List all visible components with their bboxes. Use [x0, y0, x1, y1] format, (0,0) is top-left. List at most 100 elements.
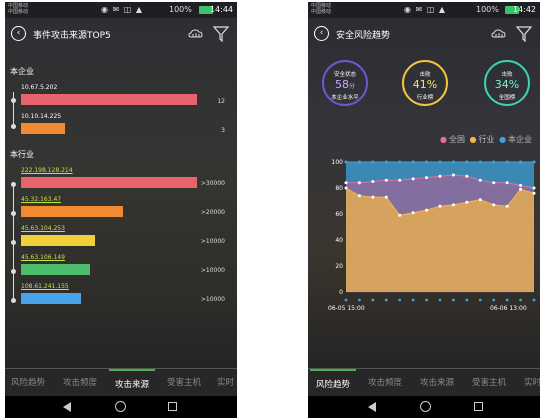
tab-realtime[interactable]: 实时	[217, 369, 234, 397]
cloud-icon[interactable]	[491, 28, 507, 40]
x-axis-dot	[438, 298, 442, 302]
industry-ip-4[interactable]: 45.63.106.149	[21, 254, 65, 261]
connector-dot	[11, 211, 16, 216]
tab-attack-frequency[interactable]: 攻击频度	[368, 369, 402, 397]
phone-screen-attack-source: 中国移动 中国移动 ◉ ✉ ◫ ▲ 100% 14:44 ‹ 事件攻击来源TOP…	[5, 2, 237, 418]
industry-bar-1	[21, 177, 197, 188]
gauge-top-label: 击败	[419, 72, 431, 78]
bottom-tab-bar: 风险趋势 攻击频度 攻击来源 受害主机 实时	[308, 368, 540, 396]
point-行业	[357, 194, 361, 198]
legend-company: 本企业	[508, 135, 533, 144]
x-axis-dot	[519, 298, 522, 302]
x-axis-dot	[492, 298, 496, 302]
cloud-icon[interactable]	[188, 28, 204, 40]
status-icons: ◉ ✉ ◫ ▲	[404, 5, 447, 14]
point-全国	[384, 178, 388, 182]
nav-back-icon[interactable]	[368, 402, 376, 412]
x-axis-end-label: 06-06 13:00	[490, 305, 527, 312]
tab-victim-host[interactable]: 受害主机	[472, 369, 506, 397]
chart-legend: ● 全国 ● 行业 ● 本企业	[440, 135, 533, 144]
industry-ip-2[interactable]: 45.32.163.47	[21, 196, 61, 203]
industry-ip-1[interactable]: 222.198.128.214	[21, 167, 73, 174]
nav-recent-icon[interactable]	[168, 402, 177, 411]
filter-icon[interactable]	[516, 26, 532, 42]
x-axis-dot	[384, 298, 388, 302]
gauge-top-label: 击败	[501, 72, 513, 78]
point-全国	[465, 174, 469, 178]
nav-home-icon[interactable]	[420, 401, 431, 412]
point-本企业	[505, 160, 509, 164]
point-本企业	[357, 160, 361, 164]
tab-attack-source[interactable]: 攻击来源	[420, 369, 454, 397]
industry-value-3: >10000	[200, 238, 225, 245]
industry-ip-5[interactable]: 108.61.241.155	[21, 283, 69, 290]
point-行业	[398, 213, 402, 217]
point-行业	[478, 198, 482, 202]
point-本企业	[384, 160, 388, 164]
page-title: 安全风险趋势	[336, 31, 391, 41]
nav-recent-icon[interactable]	[474, 402, 483, 411]
battery-percent: 100%	[169, 5, 192, 14]
x-axis-dot	[505, 298, 509, 302]
x-axis-dot	[411, 298, 415, 302]
y-tick-label: 20	[335, 263, 343, 270]
x-axis-dot	[465, 298, 469, 302]
point-本企业	[371, 160, 375, 164]
connector-dot	[11, 182, 16, 187]
point-行业	[465, 200, 469, 204]
industry-ip-3[interactable]: 45.63.104.253	[21, 225, 65, 232]
connector-dot	[11, 240, 16, 245]
title-bar: ‹ 事件攻击来源TOP5	[5, 20, 237, 50]
point-行业	[451, 203, 455, 207]
industry-bar-2	[21, 206, 124, 217]
status-bar: 中国移动 中国移动 ◉ ✉ ◫ ▲ 100% 14:42	[308, 2, 540, 18]
point-全国	[478, 178, 482, 182]
filter-icon[interactable]	[213, 26, 229, 42]
point-本企业	[451, 160, 455, 164]
tab-attack-frequency[interactable]: 攻击频度	[63, 369, 97, 397]
industry-bar-5	[21, 293, 81, 304]
point-行业	[438, 204, 442, 208]
status-bar: 中国移动 中国移动 ◉ ✉ ◫ ▲ 100% 14:44	[5, 2, 237, 18]
back-icon[interactable]: ‹	[314, 26, 329, 41]
back-icon[interactable]: ‹	[11, 26, 26, 41]
x-axis-dot	[425, 298, 428, 302]
x-axis-dot	[344, 298, 348, 302]
bottom-tab-bar: 风险趋势 攻击频度 攻击来源 受害主机 实时	[5, 368, 237, 396]
nav-home-icon[interactable]	[115, 401, 126, 412]
carrier-label: 中国移动 中国移动	[8, 3, 29, 15]
carrier-label: 中国移动 中国移动	[311, 3, 332, 15]
y-tick-label: 40	[335, 237, 343, 244]
section-industry-label: 本行业	[10, 150, 34, 159]
tab-risk-trend[interactable]: 风险趋势	[11, 369, 45, 397]
tab-attack-source[interactable]: 攻击来源	[109, 369, 156, 397]
y-tick-label: 0	[339, 289, 343, 296]
section-company-label: 本企业	[10, 67, 34, 76]
nav-back-icon[interactable]	[63, 402, 71, 412]
point-全国	[438, 174, 442, 178]
x-axis-dot	[452, 298, 455, 302]
gauge-industry-rank: 击败 41% 行业榜	[402, 60, 448, 106]
point-全国	[519, 183, 523, 187]
point-行业	[384, 195, 388, 199]
tab-risk-trend[interactable]: 风险趋势	[310, 369, 357, 397]
industry-value-2: >20000	[200, 209, 225, 216]
point-全国	[451, 173, 455, 177]
x-axis-dot	[478, 298, 482, 302]
gauge-value: 41%	[412, 78, 438, 91]
point-行业	[344, 186, 348, 190]
x-axis-dot	[358, 298, 361, 302]
system-nav-bar	[308, 396, 540, 418]
point-本企业	[425, 160, 429, 164]
system-nav-bar	[5, 396, 237, 418]
point-行业	[492, 203, 496, 207]
y-tick-label: 80	[335, 185, 343, 192]
tab-realtime[interactable]: 实时	[524, 369, 540, 397]
gauge-security-score: 安全状态 58分 本企业水平	[322, 60, 368, 106]
y-tick-label: 60	[335, 211, 343, 218]
point-本企业	[398, 160, 402, 164]
point-全国	[357, 181, 361, 185]
point-全国	[532, 186, 536, 190]
tab-victim-host[interactable]: 受害主机	[167, 369, 201, 397]
point-全国	[505, 181, 509, 185]
